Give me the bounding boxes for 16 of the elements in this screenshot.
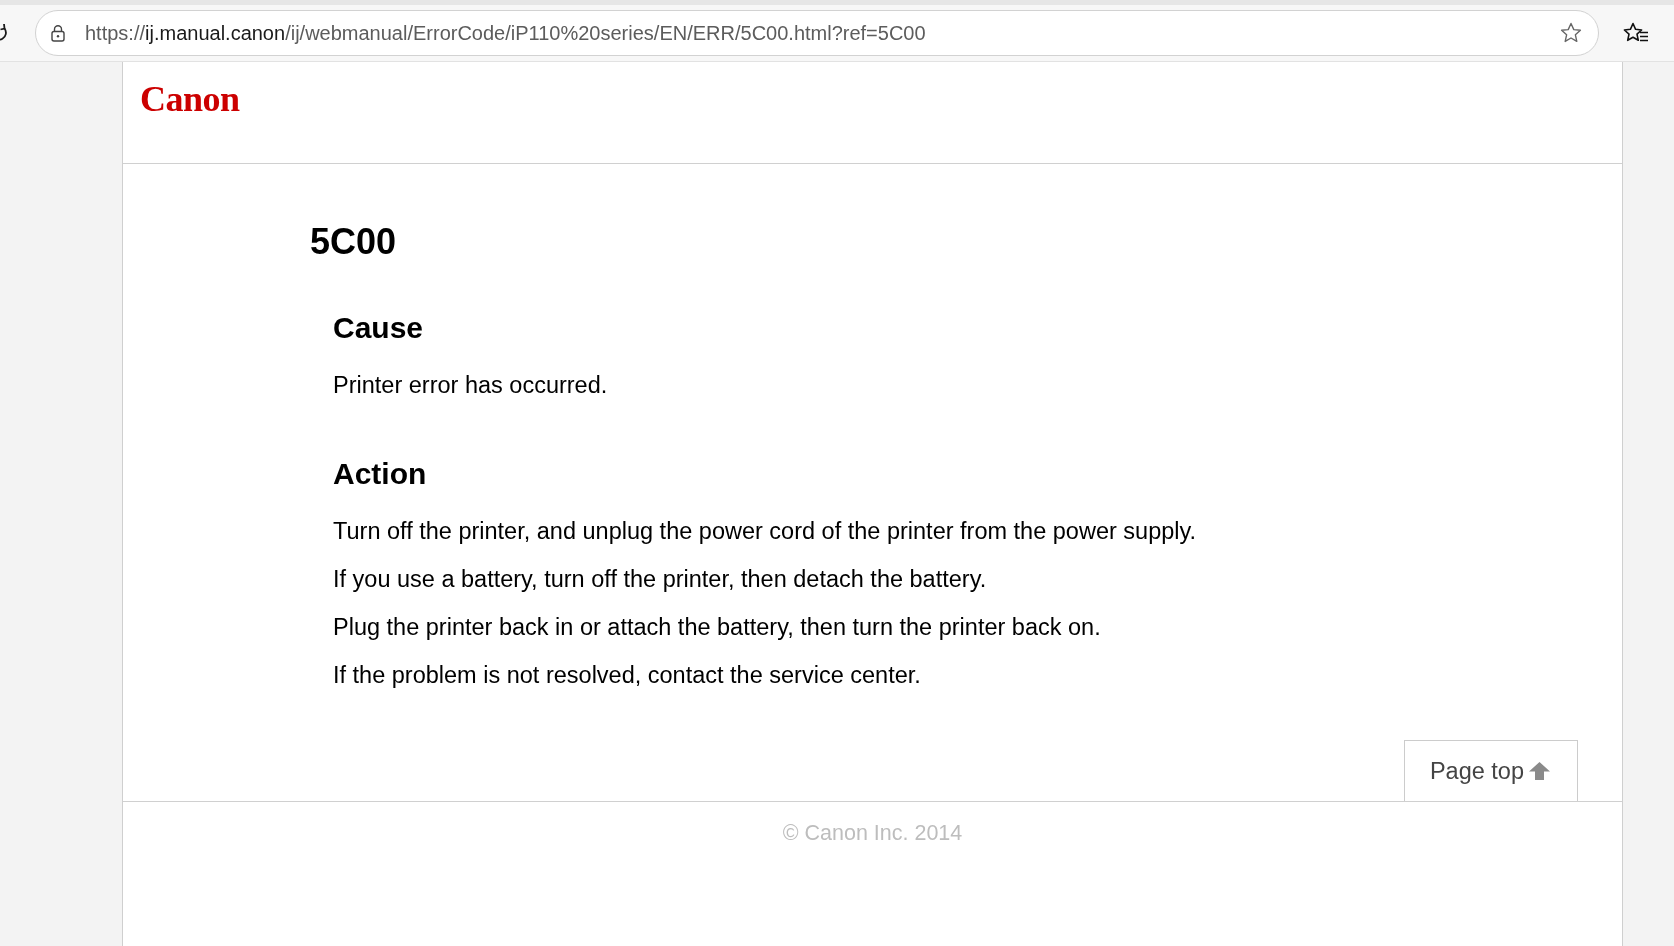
- paragraph: If the problem is not resolved, contact the service center.: [333, 661, 921, 690]
- paragraph: If you use a battery, turn off the printer, then detach the battery.: [333, 565, 987, 594]
- reload-icon[interactable]: [0, 23, 9, 43]
- section-heading: Action: [333, 456, 427, 492]
- address-bar[interactable]: https://ij.manual.canon/ij/webmanual/ErrorCode/iP110%20series/EN/ERR/5C00.html?ref=5C00: [35, 10, 1599, 56]
- paragraph: Plug the printer back in or attach the battery, then turn the printer back on.: [333, 613, 1101, 642]
- logo: Canon: [140, 81, 240, 117]
- paragraph: Turn off the printer, and unplug the power cord of the printer from the power supply.: [333, 517, 1197, 546]
- arrow-up-icon: [1529, 762, 1550, 780]
- page-top-button[interactable]: Page top: [1403, 740, 1578, 801]
- paragraph: Printer error has occurred.: [333, 371, 608, 400]
- copyright-text: © Canon Inc. 2014: [782, 820, 963, 847]
- star-icon[interactable]: [1559, 21, 1583, 45]
- section-heading: Cause: [333, 310, 424, 346]
- lock-icon[interactable]: [48, 23, 68, 43]
- page-title: 5C00: [310, 220, 397, 264]
